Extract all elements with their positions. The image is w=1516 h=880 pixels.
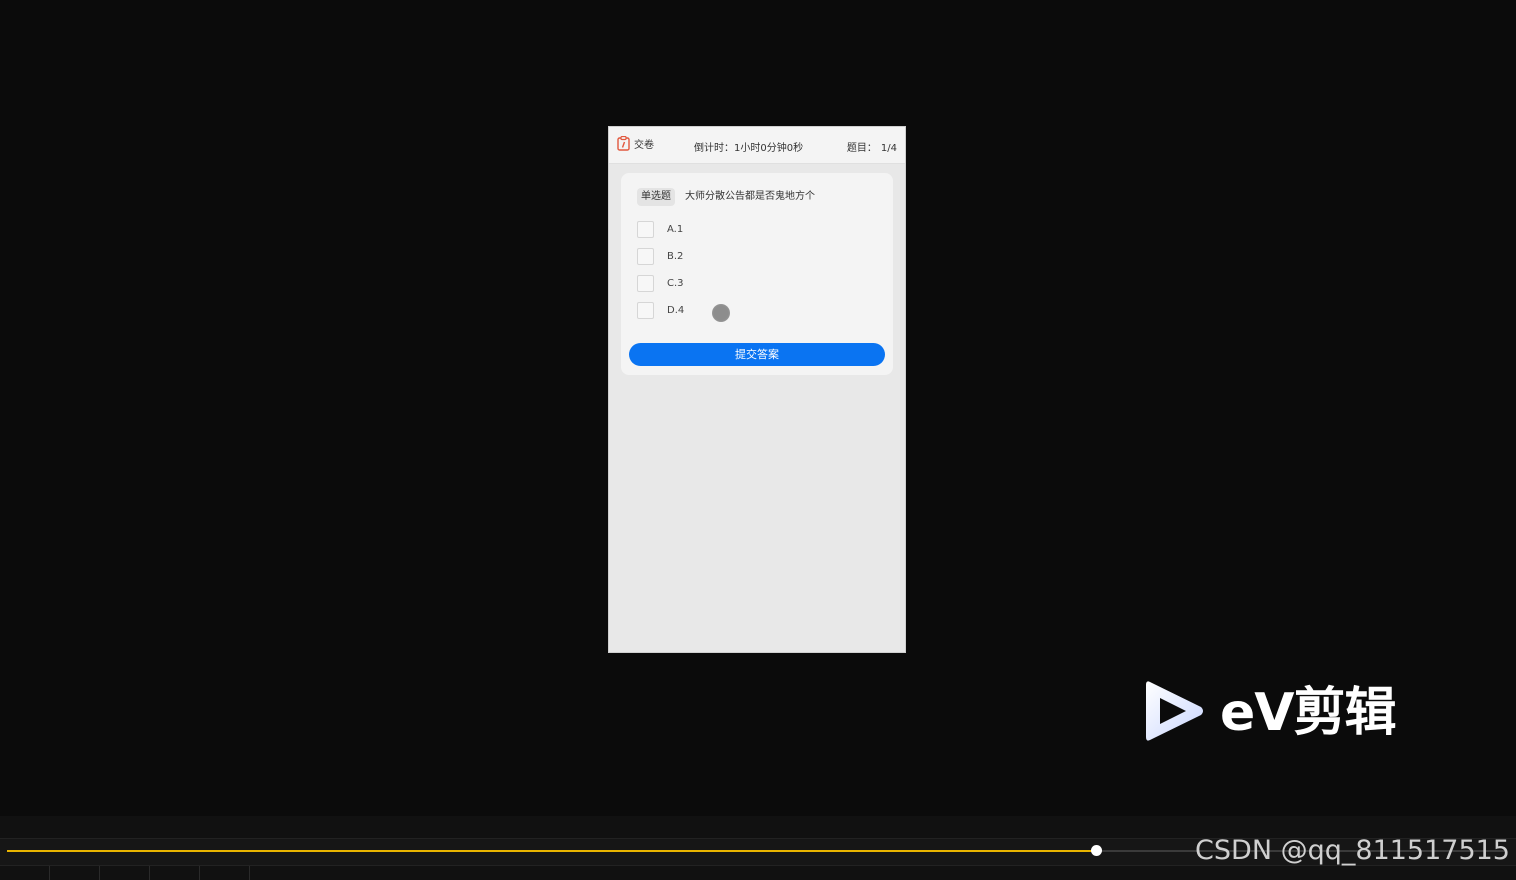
clipboard-icon xyxy=(617,135,630,151)
option-a[interactable]: A.1 xyxy=(637,219,683,239)
question-card: 单选题 大师分散公告都是否鬼地方个 A.1 B.2 C.3 D.4 提交答案 xyxy=(621,173,893,375)
timeline-cell xyxy=(150,866,200,880)
question-counter-label: 题目： xyxy=(846,143,877,154)
csdn-credit: CSDN @qq_811517515 xyxy=(1195,835,1510,866)
timeline-cell xyxy=(100,866,150,880)
option-b[interactable]: B.2 xyxy=(637,246,683,266)
option-a-checkbox[interactable] xyxy=(637,220,654,238)
option-a-label: A.1 xyxy=(667,223,684,235)
countdown-timer: 倒计时：1小时0分钟0秒 xyxy=(694,143,804,154)
question-text: 大师分散公告都是否鬼地方个 xyxy=(685,191,815,202)
timeline-cell xyxy=(50,866,100,880)
option-d-label: D.4 xyxy=(667,304,685,316)
progress-knob[interactable] xyxy=(1091,845,1102,856)
timeline-cell xyxy=(200,866,250,880)
option-b-checkbox[interactable] xyxy=(637,247,654,265)
option-d[interactable]: D.4 xyxy=(637,300,684,320)
option-b-label: B.2 xyxy=(667,250,684,262)
mouse-cursor-indicator xyxy=(712,304,730,322)
exam-header: 交卷 倒计时：1小时0分钟0秒 题目： 1/4 xyxy=(609,127,905,164)
option-d-checkbox[interactable] xyxy=(637,301,654,319)
exam-screen: 交卷 倒计时：1小时0分钟0秒 题目： 1/4 单选题 大师分散公告都是否鬼地方个… xyxy=(608,126,906,653)
timeline-cells xyxy=(0,866,1516,880)
option-c-checkbox[interactable] xyxy=(637,274,654,292)
question-counter-value: 1/4 xyxy=(880,143,897,154)
option-c-label: C.3 xyxy=(667,277,684,289)
play-logo-icon xyxy=(1144,678,1206,748)
video-stage: 交卷 倒计时：1小时0分钟0秒 题目： 1/4 单选题 大师分散公告都是否鬼地方个… xyxy=(0,0,1516,816)
question-counter: 题目： 1/4 xyxy=(843,139,897,154)
timeline-cell xyxy=(0,866,50,880)
submit-answer-button[interactable]: 提交答案 xyxy=(629,343,885,366)
watermark-brand: eV剪辑 xyxy=(1220,683,1397,743)
submit-paper-button[interactable]: 交卷 xyxy=(617,135,654,151)
option-c[interactable]: C.3 xyxy=(637,273,684,293)
question-type-badge: 单选题 xyxy=(637,188,675,206)
ev-watermark: eV剪辑 xyxy=(1144,680,1434,746)
progress-fill xyxy=(7,850,1096,852)
player-bar: CSDN @qq_811517515 xyxy=(0,816,1516,880)
submit-paper-label: 交卷 xyxy=(634,140,654,151)
